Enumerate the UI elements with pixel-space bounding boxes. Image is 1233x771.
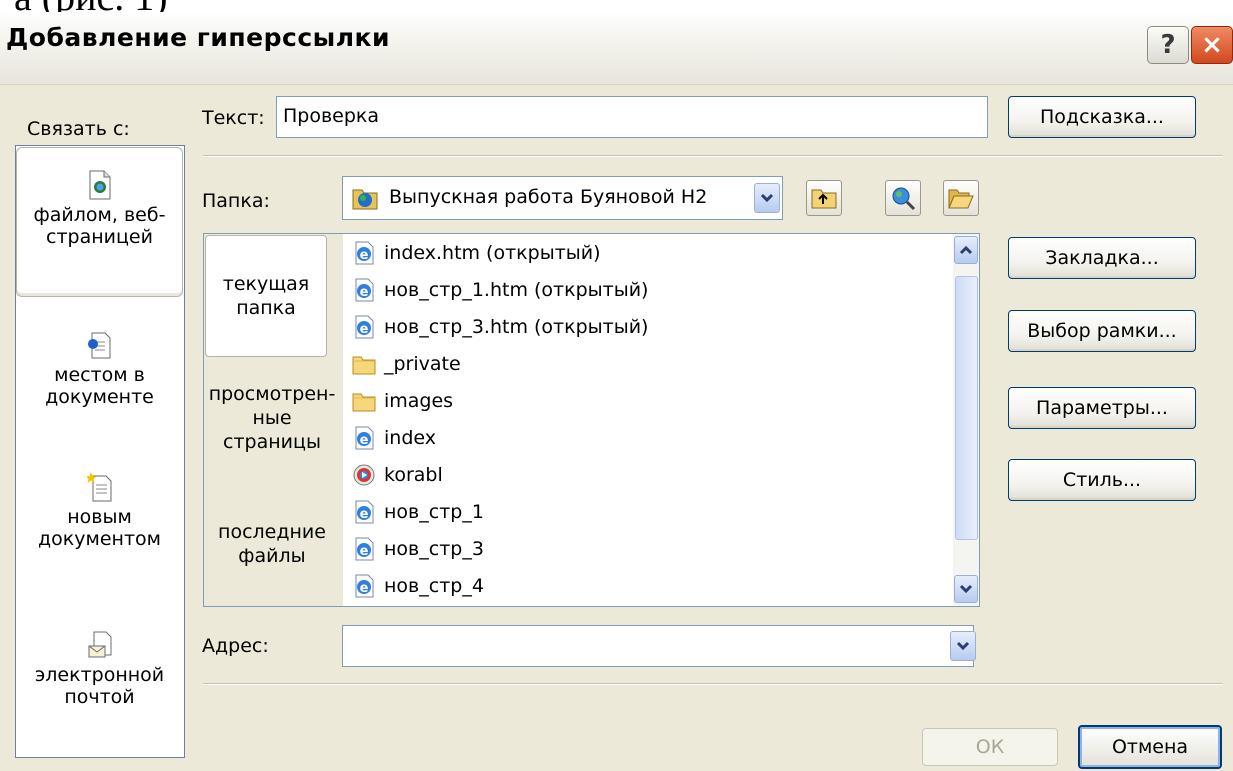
ie-page-icon: e xyxy=(352,278,376,302)
file-web-icon xyxy=(89,170,110,200)
list-item[interactable]: e нов_стр_3 xyxy=(352,534,484,564)
screentip-button[interactable]: Подсказка... xyxy=(1008,96,1196,138)
file-name: нов_стр_3.htm (открытый) xyxy=(384,316,649,338)
address-dropdown-button[interactable] xyxy=(950,631,976,661)
separator xyxy=(203,155,1223,157)
open-folder-icon xyxy=(948,189,974,209)
close-button[interactable]: × xyxy=(1191,26,1233,64)
folder-icon xyxy=(352,352,376,376)
cancel-button[interactable]: Отмена xyxy=(1078,725,1222,769)
list-item[interactable]: e index.htm (открытый) xyxy=(352,238,601,268)
folder-select-value: Выпускная работа Буяновой Н2 xyxy=(389,186,708,208)
up-folder-icon xyxy=(811,189,837,209)
new-document-icon xyxy=(86,472,111,502)
link-to-place-in-document[interactable]: местом в документе xyxy=(16,330,183,408)
chevron-down-icon xyxy=(959,584,973,594)
list-item[interactable]: images xyxy=(352,386,453,416)
folder-select[interactable]: Выпускная работа Буяновой Н2 xyxy=(342,176,783,220)
browse-file-button[interactable] xyxy=(943,180,979,216)
file-name: нов_стр_1 xyxy=(384,501,484,523)
link-to-file-label: файлом, веб-страницей xyxy=(33,204,166,248)
file-name: _private xyxy=(384,353,461,375)
file-name: нов_стр_4 xyxy=(384,575,484,597)
svg-text:e: e xyxy=(360,581,369,596)
recent-files-label: последние файлы xyxy=(218,521,326,567)
link-text-input[interactable]: Проверка xyxy=(276,96,988,138)
chevron-down-icon xyxy=(760,193,774,203)
separator xyxy=(203,683,1223,685)
file-name: нов_стр_1.htm (открытый) xyxy=(384,279,649,301)
svg-text:e: e xyxy=(360,544,369,559)
list-item[interactable]: e нов_стр_1.htm (открытый) xyxy=(352,275,648,305)
ie-page-icon: e xyxy=(352,574,376,598)
svg-text:e: e xyxy=(360,433,369,448)
file-name: korabl xyxy=(384,464,443,486)
window-title: Добавление гиперссылки xyxy=(6,23,391,52)
ok-button[interactable]: ОК xyxy=(922,728,1058,766)
chevron-up-icon xyxy=(959,245,973,255)
link-to-place-label: местом в документе xyxy=(45,364,154,408)
folder-icon xyxy=(352,389,376,413)
folder-label: Папка: xyxy=(202,190,270,212)
text-label: Текст: xyxy=(202,107,265,129)
ie-page-icon: e xyxy=(352,537,376,561)
file-name: index.htm (открытый) xyxy=(384,242,601,264)
address-label: Адрес: xyxy=(202,635,269,657)
link-to-file-web-page[interactable]: файлом, веб-страницей xyxy=(16,147,183,297)
list-item[interactable]: korabl xyxy=(352,460,443,490)
media-icon xyxy=(352,463,376,487)
scrollbar-thumb[interactable] xyxy=(955,276,978,540)
current-folder-tab[interactable]: текущая папка xyxy=(205,235,327,357)
browse-web-icon xyxy=(892,187,916,211)
link-to-email-label: электронной почтой xyxy=(34,664,165,708)
list-item[interactable]: e нов_стр_3.htm (открытый) xyxy=(352,312,648,342)
recent-files-tab[interactable]: последние файлы xyxy=(203,520,341,568)
list-item[interactable]: e нов_стр_4 xyxy=(352,571,484,601)
place-in-document-icon xyxy=(87,332,110,359)
browsed-pages-label: просмотрен-ные страницы xyxy=(208,383,336,453)
ie-page-icon: e xyxy=(352,500,376,524)
svg-text:e: e xyxy=(360,322,369,337)
ie-page-icon: e xyxy=(352,315,376,339)
email-icon xyxy=(88,631,111,658)
scroll-down-button[interactable] xyxy=(954,575,978,603)
file-name: нов_стр_3 xyxy=(384,538,484,560)
browsed-pages-tab[interactable]: просмотрен-ные страницы xyxy=(203,382,341,454)
current-folder-label: текущая папка xyxy=(222,273,310,319)
link-to-label: Связать с: xyxy=(27,118,130,140)
parameters-button[interactable]: Параметры... xyxy=(1008,387,1196,429)
browse-web-button[interactable] xyxy=(885,180,921,216)
link-to-new-document[interactable]: новым документом xyxy=(16,472,183,550)
help-icon: ? xyxy=(1160,30,1176,60)
link-to-email[interactable]: электронной почтой xyxy=(16,630,183,708)
help-button[interactable]: ? xyxy=(1147,26,1189,64)
web-folder-icon xyxy=(352,189,378,210)
file-name: index xyxy=(384,427,436,449)
file-name: images xyxy=(384,390,454,412)
ie-page-icon: e xyxy=(352,241,376,265)
link-to-new-document-label: новым документом xyxy=(38,506,161,550)
folder-dropdown-button[interactable] xyxy=(754,183,780,213)
style-button[interactable]: Стиль... xyxy=(1008,459,1196,501)
svg-text:e: e xyxy=(360,248,369,263)
list-item[interactable]: e нов_стр_1 xyxy=(352,497,484,527)
target-frame-button[interactable]: Выбор рамки... xyxy=(1008,310,1196,352)
up-one-folder-button[interactable] xyxy=(806,180,842,216)
chevron-down-icon xyxy=(956,641,970,651)
bookmark-button[interactable]: Закладка... xyxy=(1008,237,1196,279)
close-icon: × xyxy=(1201,30,1223,60)
svg-text:e: e xyxy=(360,285,369,300)
svg-text:e: e xyxy=(360,507,369,522)
list-item[interactable]: e index xyxy=(352,423,436,453)
address-input[interactable] xyxy=(342,625,974,667)
ie-page-icon: e xyxy=(352,426,376,450)
scroll-up-button[interactable] xyxy=(954,236,978,264)
list-item[interactable]: _private xyxy=(352,349,461,379)
